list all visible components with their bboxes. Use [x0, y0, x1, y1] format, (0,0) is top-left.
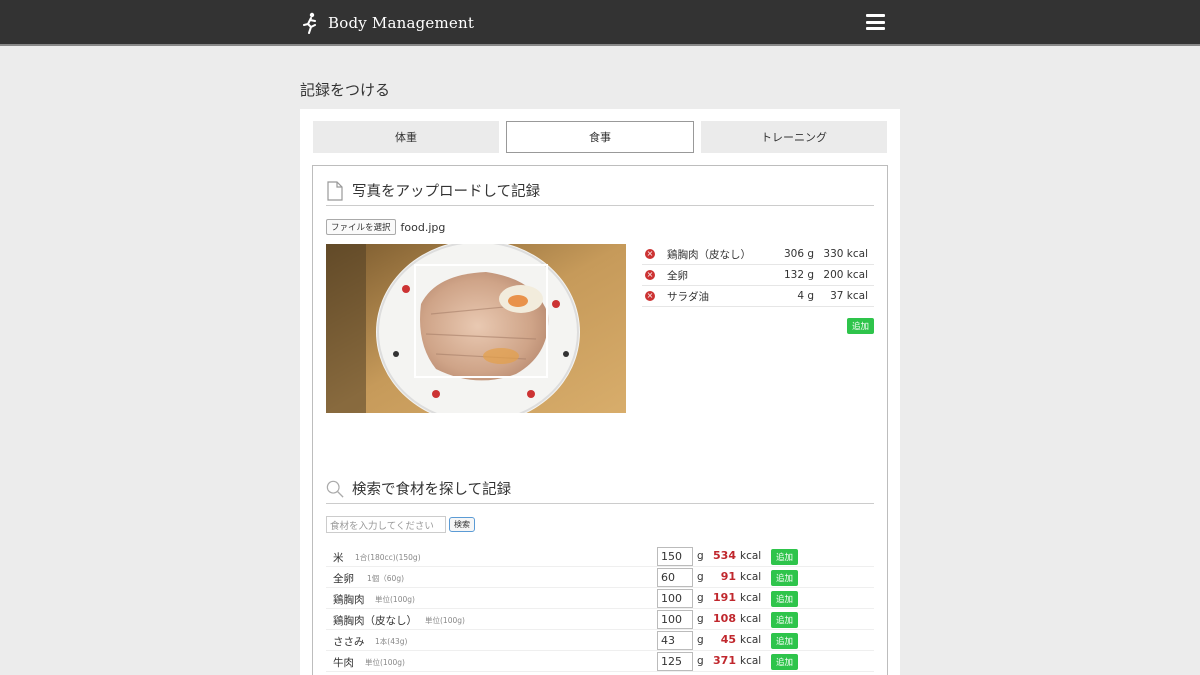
upload-section-title: 写真をアップロードして記録: [352, 184, 541, 200]
gram-unit: g: [697, 613, 704, 625]
page-title: 記録をつける: [300, 81, 391, 99]
food-name: 米: [333, 552, 344, 564]
detected-item-grams: 132 g: [783, 269, 814, 281]
detected-item-row: × サラダ油 4 g 37 kcal: [642, 286, 874, 307]
runner-icon: [303, 12, 316, 34]
quantity-input[interactable]: 125: [657, 652, 693, 671]
kcal-unit: kcal: [740, 592, 762, 604]
quantity-input[interactable]: 60: [657, 568, 693, 587]
food-row: ささみ 1本(43g) 43 g 45 kcal 追加: [326, 630, 874, 651]
app-title: Body Management: [328, 14, 475, 32]
kcal-unit: kcal: [740, 655, 762, 667]
brand[interactable]: Body Management: [300, 10, 474, 36]
gram-unit: g: [697, 550, 704, 562]
kcal-value: 371: [713, 654, 736, 667]
kcal-unit: kcal: [740, 634, 762, 646]
detection-box: [414, 264, 548, 378]
quantity-input[interactable]: 43: [657, 631, 693, 650]
search-section-header: 検索で食材を探して記録: [326, 474, 874, 504]
detected-item-name: 全卵: [667, 269, 688, 282]
tab-weight[interactable]: 体重: [313, 121, 499, 153]
food-search-input[interactable]: 食材を入力してください: [326, 516, 446, 533]
add-food-button[interactable]: 追加: [771, 549, 799, 565]
food-name: ささみ: [333, 636, 365, 648]
gram-unit: g: [697, 592, 704, 604]
add-detected-button[interactable]: 追加: [846, 318, 874, 334]
gram-unit: g: [697, 571, 704, 583]
food-unit: 1合(180cc)(150g): [355, 553, 421, 562]
search-bar: 食材を入力してください 検索: [326, 516, 475, 533]
kcal-value: 108: [713, 612, 736, 625]
gram-unit: g: [697, 634, 704, 646]
remove-item-icon[interactable]: ×: [645, 270, 655, 280]
add-food-button[interactable]: 追加: [771, 633, 799, 649]
add-food-button[interactable]: 追加: [771, 591, 799, 607]
search-button[interactable]: 検索: [449, 517, 475, 532]
remove-item-icon[interactable]: ×: [645, 249, 655, 259]
food-row: 米 1合(180cc)(150g) 150 g 534 kcal 追加: [326, 546, 874, 567]
record-tabs: 体重 食事 トレーニング: [313, 121, 887, 153]
file-picker: ファイルを選択 food.jpg: [326, 219, 445, 235]
add-food-button[interactable]: 追加: [771, 612, 799, 628]
search-section-title: 検索で食材を探して記録: [352, 482, 512, 498]
food-row: 鶏胸肉（皮なし） 単位(100g) 100 g 108 kcal 追加: [326, 609, 874, 630]
detected-item-name: サラダ油: [667, 290, 709, 303]
detected-item-kcal: 200 kcal: [823, 269, 868, 281]
food-unit: 単位(100g): [375, 595, 415, 604]
food-list: 米 1合(180cc)(150g) 150 g 534 kcal 追加 全卵 1…: [326, 546, 874, 672]
detected-item-row: × 全卵 132 g 200 kcal: [642, 265, 874, 286]
kcal-unit: kcal: [740, 550, 762, 562]
food-row: 全卵 1個（60g) 60 g 91 kcal 追加: [326, 567, 874, 588]
add-food-button[interactable]: 追加: [771, 570, 799, 586]
kcal-value: 191: [713, 591, 736, 604]
quantity-input[interactable]: 100: [657, 610, 693, 629]
selected-file-name: food.jpg: [400, 220, 446, 234]
food-name: 牛肉: [333, 657, 354, 669]
food-unit: 単位(100g): [425, 616, 465, 625]
upload-section-header: 写真をアップロードして記録: [326, 176, 874, 206]
kcal-value: 91: [720, 570, 736, 583]
uploaded-food-photo: [326, 244, 626, 413]
kcal-unit: kcal: [740, 613, 762, 625]
choose-file-button[interactable]: ファイルを選択: [326, 219, 396, 235]
detected-item-row: × 鶏胸肉（皮なし） 306 g 330 kcal: [642, 244, 874, 265]
kcal-value: 45: [720, 633, 736, 646]
quantity-input[interactable]: 100: [657, 589, 693, 608]
tab-meal[interactable]: 食事: [506, 121, 694, 153]
kcal-value: 534: [713, 549, 736, 562]
top-navbar: Body Management: [0, 0, 1200, 46]
food-name: 鶏胸肉（皮なし）: [333, 615, 417, 627]
remove-item-icon[interactable]: ×: [645, 291, 655, 301]
detected-item-kcal: 37 kcal: [830, 290, 868, 302]
record-panel: 体重 食事 トレーニング 写真をアップロードして記録 ファイルを選択 food.…: [300, 109, 900, 675]
tab-training[interactable]: トレーニング: [701, 121, 887, 153]
add-food-button[interactable]: 追加: [771, 654, 799, 670]
food-unit: 単位(100g): [365, 658, 405, 667]
food-row: 牛肉 単位(100g) 125 g 371 kcal 追加: [326, 651, 874, 672]
meal-record-box: 写真をアップロードして記録 ファイルを選択 food.jpg × 鶏胸肉（皮なし…: [312, 165, 888, 675]
food-name: 全卵: [333, 573, 354, 585]
detected-items-list: × 鶏胸肉（皮なし） 306 g 330 kcal × 全卵 132 g 200…: [642, 244, 874, 334]
quantity-input[interactable]: 150: [657, 547, 693, 566]
detected-item-kcal: 330 kcal: [823, 248, 868, 260]
detected-item-grams: 4 g: [797, 290, 814, 302]
food-unit: 1本(43g): [375, 637, 408, 646]
search-icon: [326, 480, 344, 498]
kcal-unit: kcal: [740, 571, 762, 583]
hamburger-menu-icon[interactable]: [866, 14, 885, 30]
document-icon: [327, 180, 343, 201]
detected-item-grams: 306 g: [783, 248, 814, 260]
food-name: 鶏胸肉: [333, 594, 365, 606]
detected-item-name: 鶏胸肉（皮なし）: [667, 248, 751, 261]
food-unit: 1個（60g): [367, 574, 405, 583]
food-row: 鶏胸肉 単位(100g) 100 g 191 kcal 追加: [326, 588, 874, 609]
gram-unit: g: [697, 655, 704, 667]
